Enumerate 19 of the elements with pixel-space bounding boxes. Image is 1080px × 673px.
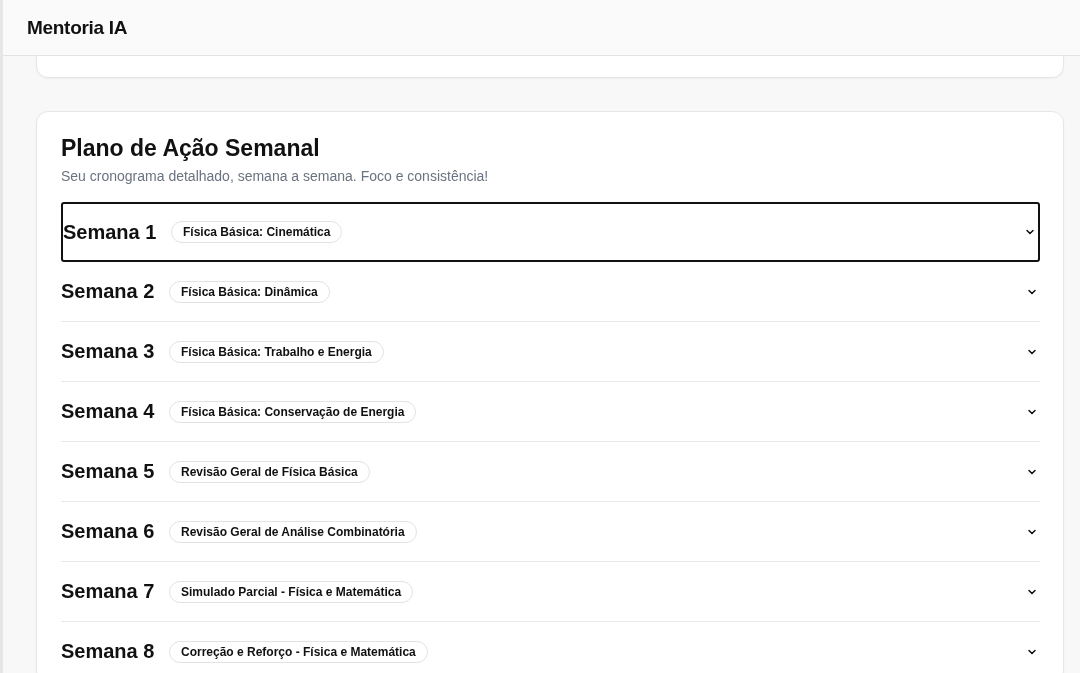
week-accordion-item[interactable]: Semana 7 Simulado Parcial - Física e Matemática: [61, 562, 1040, 622]
week-accordion-item[interactable]: Semana 2 Física Básica: Dinâmica: [61, 262, 1040, 322]
app-title: Mentoria IA: [27, 16, 128, 39]
week-accordion-item[interactable]: Semana 1 Física Básica: Cinemática: [61, 202, 1040, 262]
week-label: Semana 1: [63, 220, 158, 244]
section-title: Plano de Ação Semanal: [61, 134, 321, 163]
week-label: Semana 8: [61, 640, 156, 663]
week-label: Semana 6: [61, 520, 156, 543]
week-accordion-item[interactable]: Semana 3 Física Básica: Trabalho e Energia: [61, 322, 1040, 382]
week-label: Semana 5: [61, 460, 156, 483]
week-accordion-item[interactable]: Semana 8 Correção e Reforço - Física e Matemática: [61, 622, 1040, 673]
week-accordion-item[interactable]: Semana 4 Física Básica: Conservação de Energia: [61, 382, 1040, 442]
week-accordion-item[interactable]: Semana 6 Revisão Geral de Análise Combinatória: [61, 502, 1040, 562]
week-label: Semana 4: [61, 400, 156, 423]
week-label: Semana 2: [61, 280, 156, 303]
week-label: Semana 7: [61, 580, 156, 603]
section-subtitle: Seu cronograma detalhado, semana a semana. Foco e consistência!: [61, 168, 490, 184]
week-label: Semana 3: [61, 340, 156, 363]
week-accordion-item[interactable]: Semana 5 Revisão Geral de Física Básica: [61, 442, 1040, 502]
